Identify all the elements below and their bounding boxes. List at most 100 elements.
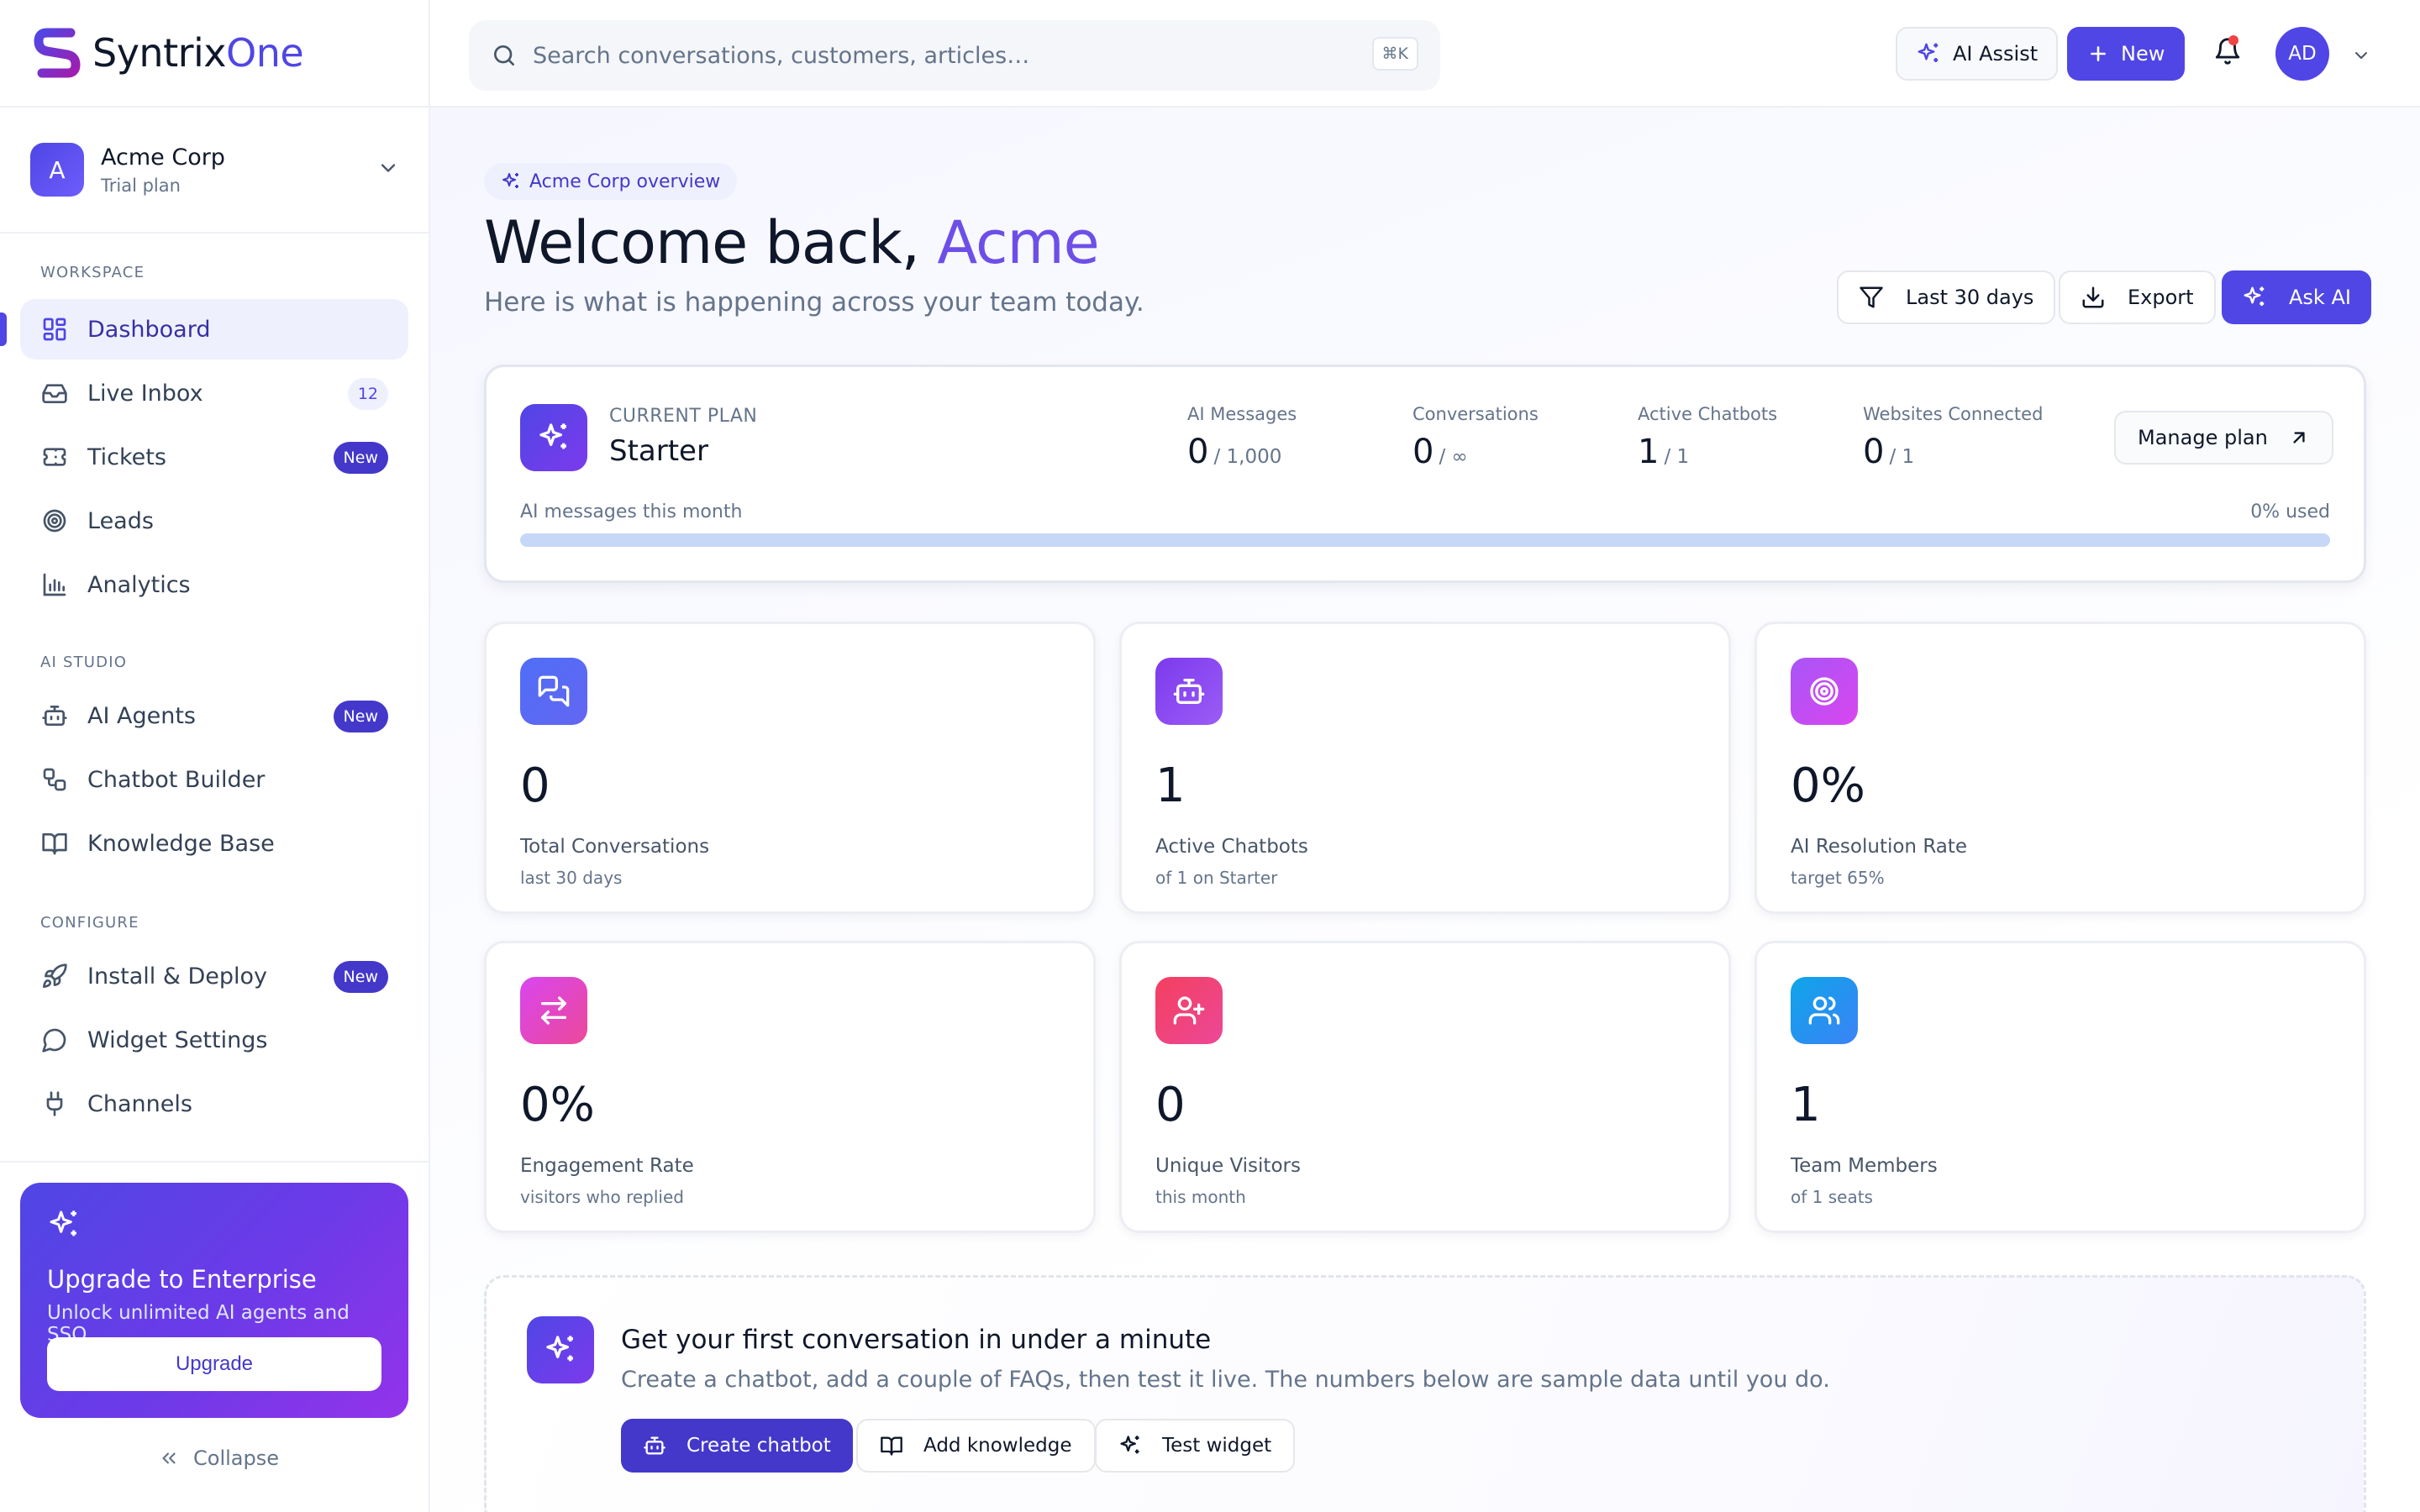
manage-plan-label: Manage plan: [2138, 426, 2268, 449]
new-badge: New: [333, 442, 388, 474]
stat-value: 0%: [1791, 759, 1865, 813]
sidebar-item-label: Dashboard: [87, 316, 211, 343]
manage-plan-button[interactable]: Manage plan: [2114, 411, 2333, 465]
chevrons-left-icon: [162, 1452, 176, 1464]
inbox-icon: [40, 379, 69, 407]
stat-card-unique-visitors[interactable]: 0 Unique Visitors this month: [1119, 941, 1731, 1233]
bar-chart-icon: [40, 570, 69, 599]
sidebar-item-tickets[interactable]: Tickets New: [20, 427, 408, 487]
add-knowledge-button[interactable]: Add knowledge: [856, 1419, 1096, 1473]
stat-subtext: of 1 seats: [1791, 1187, 1873, 1207]
usage-percent: 0% used: [2250, 501, 2330, 522]
workflow-icon: [40, 765, 69, 794]
sidebar-item-label: Knowledge Base: [87, 830, 275, 857]
ask-ai-button[interactable]: Ask AI: [2222, 270, 2371, 324]
plan-stat-conversations: Conversations 0/ ∞: [1413, 404, 1539, 471]
welcome-prefix: Welcome back,: [484, 208, 938, 277]
filter-icon: [1860, 286, 1883, 308]
sidebar-item-live-inbox[interactable]: Live Inbox 12: [20, 363, 408, 423]
stat-label: Active Chatbots: [1155, 836, 1308, 858]
stat-card-team-members[interactable]: 1 Team Members of 1 seats: [1754, 941, 2366, 1233]
target-icon: [40, 507, 69, 535]
onboarding-card: Get your first conversation in under a m…: [484, 1275, 2366, 1512]
stat-value: 0: [1155, 1078, 1186, 1132]
stat-subtext: last 30 days: [520, 868, 623, 888]
user-avatar[interactable]: AD: [2275, 27, 2329, 81]
sparkles-icon: [1120, 1436, 1139, 1454]
stat-subtext: this month: [1155, 1187, 1246, 1207]
plan-stat-label: Websites Connected: [1863, 404, 2044, 424]
workspace-switcher[interactable]: A Acme Corp Trial plan: [30, 141, 400, 198]
brand-name-accent: One: [226, 30, 304, 76]
sparkles-icon: [50, 1210, 76, 1236]
stat-value: 0%: [520, 1078, 595, 1132]
active-indicator: [0, 312, 7, 346]
user-plus-icon: [1173, 996, 1205, 1025]
sidebar-item-widget-settings[interactable]: Widget Settings: [20, 1010, 408, 1070]
workspace-plan: Trial plan: [101, 175, 181, 196]
stat-icon: [1791, 977, 1858, 1044]
stat-label: Total Conversations: [520, 836, 710, 858]
sidebar-item-leads[interactable]: Leads: [20, 491, 408, 551]
chevron-down-icon: [381, 164, 396, 172]
stat-value: 0: [520, 759, 550, 813]
welcome-name: Acme: [937, 208, 1099, 277]
sidebar-item-chatbot-builder[interactable]: Chatbot Builder: [20, 749, 408, 810]
sidebar-item-knowledge-base[interactable]: Knowledge Base: [20, 813, 408, 874]
test-widget-label: Test widget: [1162, 1435, 1272, 1457]
ai-assist-label: AI Assist: [1953, 42, 2039, 66]
sidebar-item-label: Leads: [87, 507, 154, 534]
sidebar-item-analytics[interactable]: Analytics: [20, 554, 408, 615]
stat-card-active-chatbots[interactable]: 1 Active Chatbots of 1 on Starter: [1119, 622, 1731, 914]
stat-card-engagement-rate[interactable]: 0% Engagement Rate visitors who replied: [484, 941, 1096, 1233]
date-range-button[interactable]: Last 30 days: [1837, 270, 2056, 324]
section-label-ai-studio: AI STUDIO: [40, 654, 128, 671]
plan-stat-active-chatbots: Active Chatbots 1/ 1: [1638, 404, 1777, 471]
test-widget-button[interactable]: Test widget: [1095, 1419, 1296, 1473]
bot-icon: [40, 701, 69, 730]
plan-stat-label: Conversations: [1413, 404, 1539, 424]
export-label: Export: [2128, 286, 2194, 309]
stat-value: 1: [1155, 759, 1186, 813]
sidebar-divider: [0, 1161, 429, 1163]
book-icon: [881, 1436, 902, 1456]
search-input[interactable]: [533, 42, 1356, 69]
sidebar-item-ai-agents[interactable]: AI Agents New: [20, 685, 408, 746]
new-button[interactable]: New: [2067, 27, 2186, 81]
collapse-label: Collapse: [193, 1446, 279, 1470]
sparkles-icon: [546, 1336, 573, 1362]
global-search[interactable]: ⌘K: [469, 20, 1440, 91]
collapse-sidebar-button[interactable]: Collapse: [158, 1446, 279, 1470]
stat-card-total-conversations[interactable]: 0 Total Conversations last 30 days: [484, 622, 1096, 914]
download-icon: [2082, 286, 2104, 308]
notifications-button[interactable]: [2213, 35, 2242, 66]
chevron-down-icon[interactable]: [2351, 45, 2371, 66]
export-button[interactable]: Export: [2059, 270, 2216, 324]
ai-assist-button[interactable]: AI Assist: [1896, 27, 2059, 81]
create-chatbot-button[interactable]: Create chatbot: [621, 1419, 853, 1473]
stat-label: Unique Visitors: [1155, 1155, 1301, 1177]
new-badge: New: [333, 961, 388, 993]
search-shortcut: ⌘K: [1371, 37, 1418, 71]
onboarding-icon: [527, 1316, 594, 1383]
sidebar-item-label: AI Agents: [87, 702, 197, 729]
brand-name: SyntrixOne: [92, 30, 304, 76]
plan-stat-value: 0: [1413, 433, 1434, 471]
plan-stat-websites: Websites Connected 0/ 1: [1863, 404, 2043, 471]
sidebar-item-install-deploy[interactable]: Install & Deploy New: [20, 946, 408, 1006]
plan-name: Starter: [609, 434, 708, 468]
topbar: ⌘K AI Assist New AD: [430, 0, 2420, 108]
section-label-workspace: WORKSPACE: [40, 264, 145, 281]
sidebar: SyntrixOne A Acme Corp Trial plan WORKSP…: [0, 0, 430, 1512]
sidebar-item-dashboard[interactable]: Dashboard: [20, 299, 408, 360]
usage-progress-bar: [520, 533, 2330, 547]
brand-name-main: Syntrix: [92, 30, 227, 76]
sidebar-item-label: Live Inbox: [87, 380, 203, 407]
brand-logo[interactable]: SyntrixOne: [34, 25, 304, 81]
stat-card-ai-resolution-rate[interactable]: 0% AI Resolution Rate target 65%: [1754, 622, 2366, 914]
upgrade-button[interactable]: Upgrade: [47, 1337, 381, 1391]
ticket-icon: [40, 443, 69, 471]
overview-pill-label: Acme Corp overview: [529, 171, 721, 192]
sidebar-item-channels[interactable]: Channels: [20, 1074, 408, 1134]
section-label-configure: CONFIGURE: [40, 914, 139, 932]
